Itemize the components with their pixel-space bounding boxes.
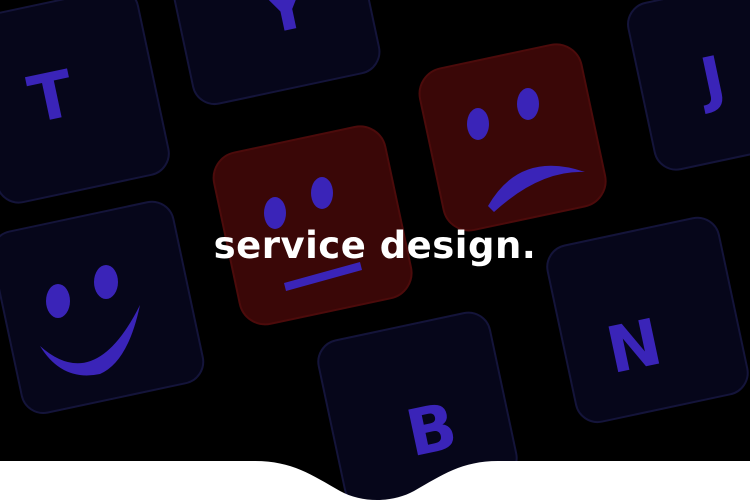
page-headline: service design. (213, 224, 537, 267)
key-t (0, 0, 170, 204)
bottom-wave-divider (0, 461, 750, 500)
hero-banner: T Y J B N service design. (0, 0, 750, 500)
key-j (627, 0, 750, 171)
key-red-sad (418, 43, 607, 232)
